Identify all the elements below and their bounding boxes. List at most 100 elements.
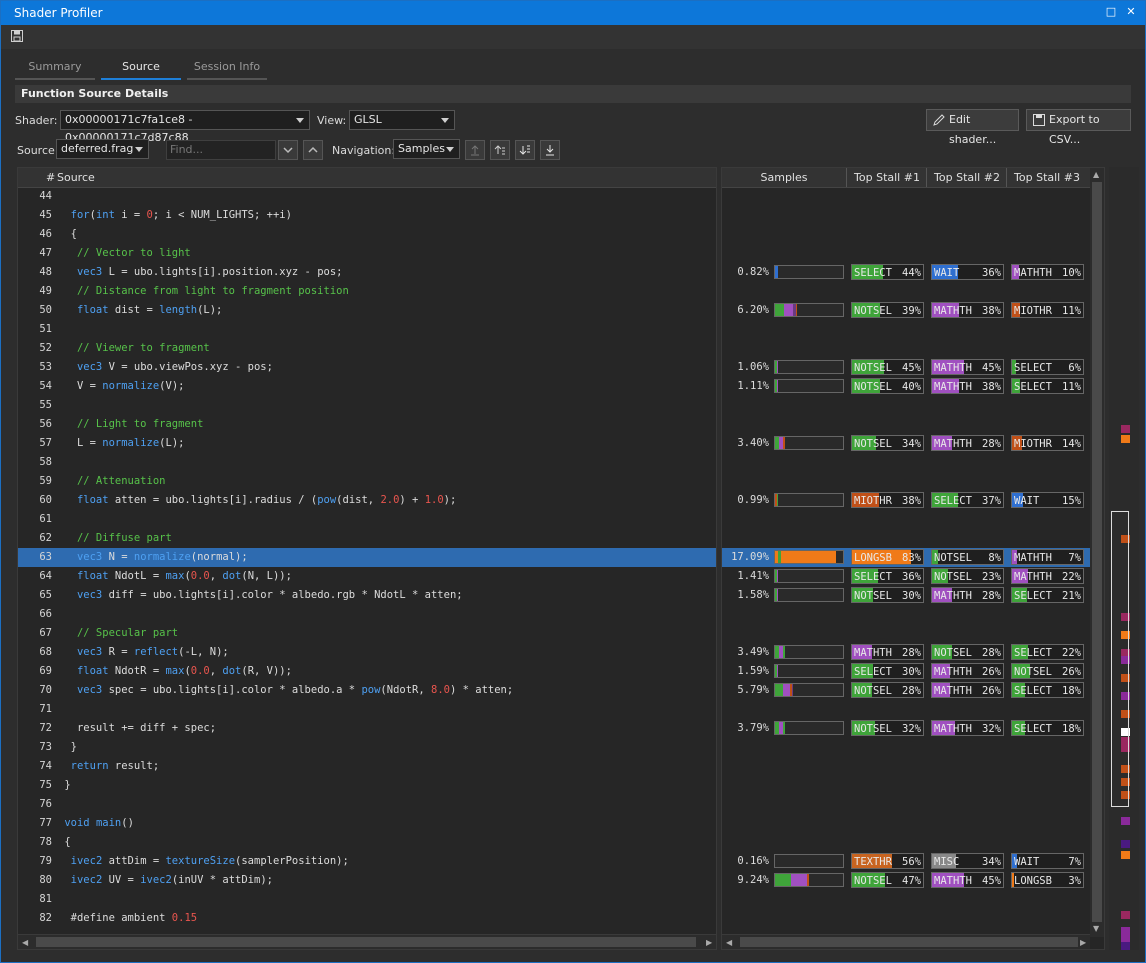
export-csv-button[interactable]: Export to CSV... <box>1026 109 1131 146</box>
source-line[interactable]: 74 return result; <box>18 757 716 776</box>
scroll-thumb[interactable] <box>1092 182 1102 922</box>
source-line[interactable]: 72 result += diff + spec; <box>18 719 716 738</box>
nav-last-button[interactable] <box>540 140 560 160</box>
source-line[interactable]: 62 // Diffuse part <box>18 529 716 548</box>
maximize-icon[interactable]: □ <box>1104 5 1118 19</box>
samples-header[interactable]: Samples <box>722 168 846 187</box>
scroll-thumb[interactable] <box>740 937 1078 947</box>
samples-minimap[interactable] <box>1109 167 1139 950</box>
source-line[interactable]: 63 vec3 N = normalize(normal); <box>18 548 716 567</box>
stats-row[interactable]: 3.49% MATHTH 28% NOTSEL 28% SELECT 22% <box>722 643 1090 662</box>
source-line[interactable]: 75 } <box>18 776 716 795</box>
view-select[interactable]: GLSL <box>349 110 455 130</box>
source-line[interactable]: 68 vec3 R = reflect(-L, N); <box>18 643 716 662</box>
stats-row[interactable]: 0.16% TEXTHR 56% MISC 34% WAIT 7% <box>722 852 1090 871</box>
stats-row[interactable]: 3.40% NOTSEL 34% MATHTH 28% MIOTHR 14% <box>722 434 1090 453</box>
scroll-left-icon[interactable]: ◀ <box>22 938 28 947</box>
source-text: { <box>58 228 77 240</box>
top-stall-1-header[interactable]: Top Stall #1 <box>847 168 927 187</box>
source-line[interactable]: 58 <box>18 453 716 472</box>
source-line[interactable]: 81 <box>18 890 716 909</box>
scroll-left-icon[interactable]: ◀ <box>726 938 732 947</box>
source-line[interactable]: 49 // Distance from light to fragment po… <box>18 282 716 301</box>
source-line[interactable]: 57 L = normalize(L); <box>18 434 716 453</box>
source-line[interactable]: 80 ivec2 UV = ivec2(inUV * attDim); <box>18 871 716 890</box>
stats-row[interactable]: 1.58% NOTSEL 30% MATHTH 28% SELECT 21% <box>722 586 1090 605</box>
find-previous-button[interactable] <box>303 140 323 160</box>
source-select[interactable]: deferred.frag <box>56 139 149 159</box>
source-line[interactable]: 59 // Attenuation <box>18 472 716 491</box>
source-line[interactable]: 79 ivec2 attDim = textureSize(samplerPos… <box>18 852 716 871</box>
tab-session-info[interactable]: Session Info <box>187 58 267 80</box>
source-line[interactable]: 55 <box>18 396 716 415</box>
navigation-select[interactable]: Samples <box>393 139 460 159</box>
line-number: 63 <box>39 551 52 563</box>
source-line[interactable]: 69 float NdotR = max(0.0, dot(R, V)); <box>18 662 716 681</box>
samples-bar <box>774 360 844 374</box>
nav-first-button[interactable] <box>465 140 485 160</box>
source-line[interactable]: 71 <box>18 700 716 719</box>
source-line[interactable]: 78 { <box>18 833 716 852</box>
source-line[interactable]: 52 // Viewer to fragment <box>18 339 716 358</box>
stats-row[interactable]: 5.79% NOTSEL 28% MATHTH 26% SELECT 18% <box>722 681 1090 700</box>
source-line[interactable]: 60 float atten = ubo.lights[i].radius / … <box>18 491 716 510</box>
source-line[interactable]: 82 #define ambient 0.15 <box>18 909 716 928</box>
source-line[interactable]: 56 // Light to fragment <box>18 415 716 434</box>
nav-previous-button[interactable] <box>490 140 510 160</box>
tab-source[interactable]: Source <box>101 58 181 80</box>
source-line[interactable]: 64 float NdotL = max(0.0, dot(N, L)); <box>18 567 716 586</box>
nav-next-button[interactable] <box>515 140 535 160</box>
source-line[interactable]: 61 <box>18 510 716 529</box>
stats-row[interactable]: 0.82% SELECT 44% WAIT 36% MATHTH 10% <box>722 263 1090 282</box>
line-number: 55 <box>39 399 52 411</box>
stats-row[interactable]: 6.20% NOTSEL 39% MATHTH 38% MIOTHR 11% <box>722 301 1090 320</box>
top-stall-2-header[interactable]: Top Stall #2 <box>927 168 1007 187</box>
scroll-right-icon[interactable]: ▶ <box>706 938 712 947</box>
source-line[interactable]: 66 <box>18 605 716 624</box>
samples-bar-segment <box>781 551 836 563</box>
source-line[interactable]: 50 float dist = length(L); <box>18 301 716 320</box>
scroll-right-icon[interactable]: ▶ <box>1080 938 1086 947</box>
source-line[interactable]: 51 <box>18 320 716 339</box>
source-line[interactable]: 67 // Specular part <box>18 624 716 643</box>
source-line[interactable]: 47 // Vector to light <box>18 244 716 263</box>
source-line[interactable]: 77 void main() <box>18 814 716 833</box>
edit-shader-button[interactable]: Edit shader... <box>926 109 1019 146</box>
tab-summary[interactable]: Summary <box>15 58 95 80</box>
stats-row[interactable]: 9.24% NOTSEL 47% MATHTH 45% LONGSB 3% <box>722 871 1090 890</box>
shader-select[interactable]: 0x00000171c7fa1ce8 - 0x00000171c7d87c88 <box>60 110 310 144</box>
close-icon[interactable]: ✕ <box>1124 5 1138 19</box>
source-line[interactable]: 44 <box>18 187 716 206</box>
scroll-down-icon[interactable]: ▼ <box>1093 924 1099 933</box>
scroll-thumb[interactable] <box>36 937 696 947</box>
source-line[interactable]: 53 vec3 V = ubo.viewPos.xyz - pos; <box>18 358 716 377</box>
source-text: // Attenuation <box>76 475 166 487</box>
minimap-viewport[interactable] <box>1111 511 1129 807</box>
source-line[interactable]: 48 vec3 L = ubo.lights[i].position.xyz -… <box>18 263 716 282</box>
find-next-button[interactable] <box>278 140 298 160</box>
source-line[interactable]: 70 vec3 spec = ubo.lights[i].color * alb… <box>18 681 716 700</box>
stats-row[interactable]: 1.59% SELECT 30% MATHTH 26% NOTSEL 26% <box>722 662 1090 681</box>
stall-name: MATHTH <box>1014 267 1052 279</box>
source-line[interactable]: 76 <box>18 795 716 814</box>
stats-row[interactable]: 1.11% NOTSEL 40% MATHTH 38% SELECT 11% <box>722 377 1090 396</box>
find-input[interactable]: Find... <box>166 140 276 160</box>
stats-row[interactable]: 0.99% MIOTHR 38% SELECT 37% WAIT 15% <box>722 491 1090 510</box>
source-line[interactable]: 45 for(int i = 0; i < NUM_LIGHTS; ++i) <box>18 206 716 225</box>
source-line[interactable]: 46 { <box>18 225 716 244</box>
stats-row[interactable]: 17.09% LONGSB 83% NOTSEL 8% MATHTH 7% <box>722 548 1090 567</box>
source-horizontal-scrollbar[interactable]: ◀ ▶ <box>18 934 716 949</box>
top-stall-3-header[interactable]: Top Stall #3 <box>1007 168 1087 187</box>
stats-row[interactable]: 3.79% NOTSEL 32% MATHTH 32% SELECT 18% <box>722 719 1090 738</box>
scroll-up-icon[interactable]: ▲ <box>1093 170 1099 179</box>
save-icon[interactable] <box>11 30 23 42</box>
stall-percent: 32% <box>902 723 921 735</box>
stats-horizontal-scrollbar[interactable]: ◀ ▶ <box>722 934 1090 949</box>
source-line[interactable]: 54 V = normalize(V); <box>18 377 716 396</box>
stats-row[interactable]: 1.41% SELECT 36% NOTSEL 23% MATHTH 22% <box>722 567 1090 586</box>
source-line[interactable]: 73 } <box>18 738 716 757</box>
source-line[interactable]: 65 vec3 diff = ubo.lights[i].color * alb… <box>18 586 716 605</box>
stats-vertical-scrollbar[interactable]: ▲ ▼ <box>1090 168 1104 937</box>
stall-name: MATHTH <box>1014 552 1052 564</box>
stats-row[interactable]: 1.06% NOTSEL 45% MATHTH 45% SELECT 6% <box>722 358 1090 377</box>
